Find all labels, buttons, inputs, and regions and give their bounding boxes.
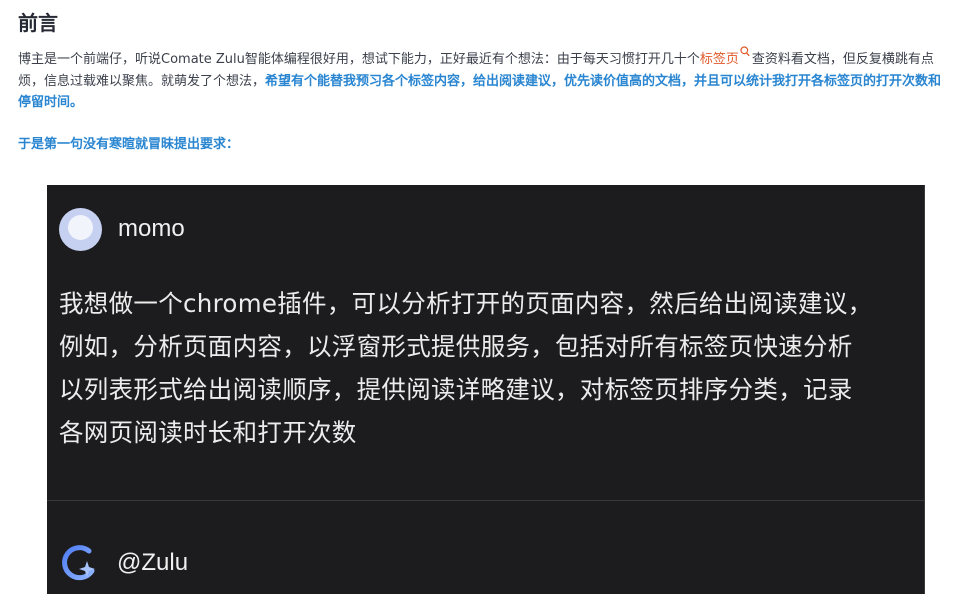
bot-header: @Zulu — [59, 541, 188, 585]
user-header: momo — [59, 207, 185, 251]
message-divider — [47, 500, 924, 501]
message-line: 我想做一个chrome插件，可以分析打开的页面内容，然后给出阅读建议， — [59, 289, 873, 318]
zulu-logo-icon — [62, 545, 95, 581]
article: 前言 博主是一个前端仔，听说Comate Zulu智能体编程很好用，想试下能力，… — [0, 0, 960, 594]
intro-text-1: 博主是一个前端仔，听说Comate Zulu智能体编程很好用，想试下能力，正好最… — [18, 52, 700, 67]
section-title: 前言 — [18, 11, 58, 35]
tag-search-link[interactable]: 标签页 — [700, 52, 739, 67]
user-avatar — [59, 207, 102, 251]
search-icon[interactable] — [740, 46, 750, 58]
message-line: 以列表形式给出阅读顺序，提供阅读详略建议，对标签页排序分类，记录 — [59, 375, 853, 404]
message-line: 各网页阅读时长和打开次数 — [59, 418, 357, 447]
intro-paragraph: 博主是一个前端仔，听说Comate Zulu智能体编程很好用，想试下能力，正好最… — [18, 46, 942, 114]
message-line: 例如，分析页面内容，以浮窗形式提供服务，包括对所有标签页快速分析 — [59, 332, 853, 361]
bot-name: @Zulu — [117, 549, 189, 576]
user-name: momo — [118, 215, 185, 242]
chat-screenshot: momo 我想做一个chrome插件，可以分析打开的页面内容，然后给出阅读建议，… — [47, 185, 925, 594]
user-message: 我想做一个chrome插件，可以分析打开的页面内容，然后给出阅读建议， 例如，分… — [59, 282, 899, 454]
lead-text: 于是第一句没有寒暄就冒昧提出要求： — [18, 136, 240, 152]
